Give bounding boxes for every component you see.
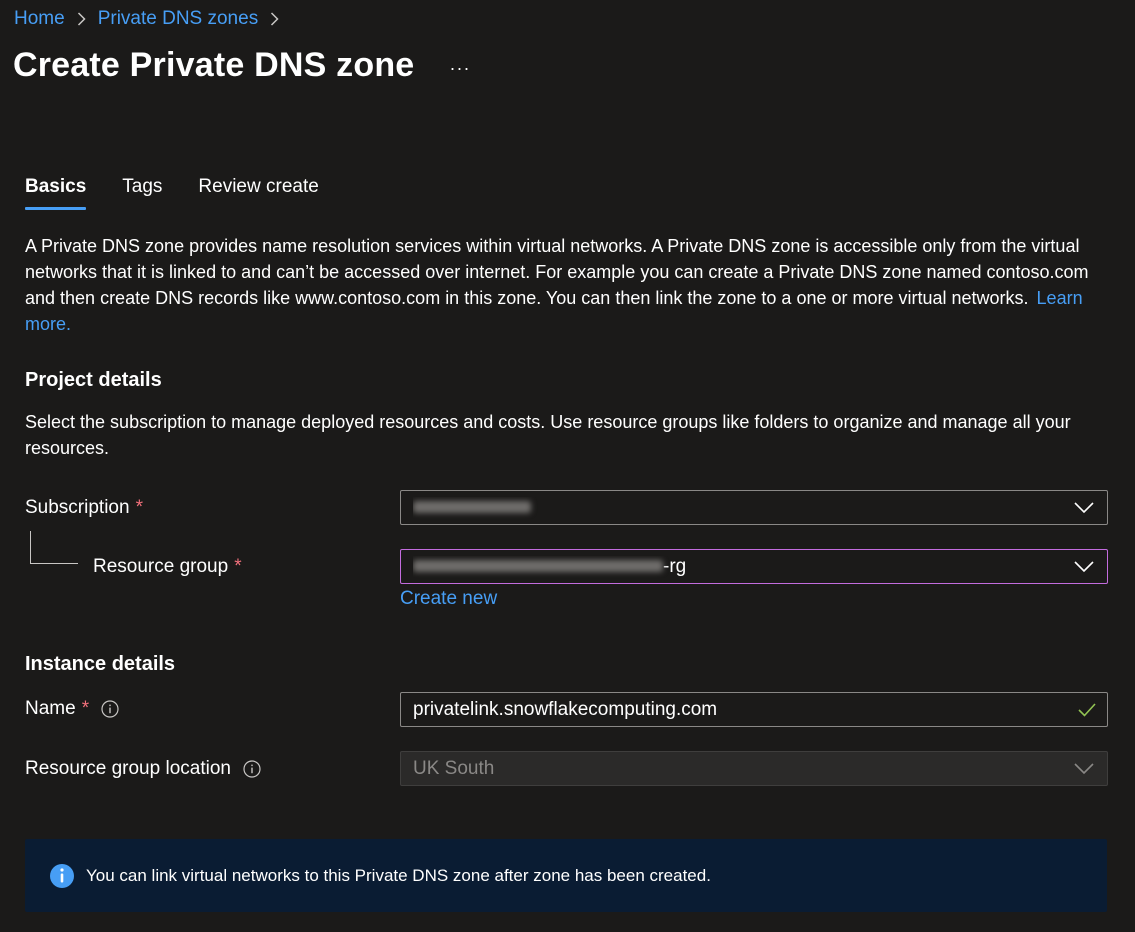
breadcrumb-home-link[interactable]: Home — [14, 8, 65, 30]
redacted-text — [413, 560, 663, 573]
required-marker: * — [135, 497, 143, 518]
required-marker: * — [81, 698, 90, 719]
redacted-text — [413, 501, 531, 514]
resource-group-value: -rg — [413, 556, 1107, 578]
zone-description-text: A Private DNS zone provides name resolut… — [25, 236, 1089, 308]
name-input[interactable]: privatelink.snowflakecomputing.com — [400, 692, 1108, 727]
name-label: Name * — [25, 698, 119, 720]
create-private-dns-zone-page: Home Private DNS zones Create Private DN… — [0, 0, 1135, 932]
subscription-label: Subscription * — [25, 497, 143, 519]
breadcrumb: Home Private DNS zones — [14, 8, 291, 30]
tab-review-create[interactable]: Review create — [198, 176, 318, 206]
name-input-value: privatelink.snowflakecomputing.com — [413, 698, 718, 720]
chevron-down-icon — [1074, 561, 1094, 573]
chevron-right-icon — [77, 12, 86, 26]
breadcrumb-private-dns-zones-link[interactable]: Private DNS zones — [98, 8, 259, 30]
chevron-down-icon — [1074, 502, 1094, 514]
checkmark-icon — [1078, 703, 1096, 717]
info-banner: You can link virtual networks to this Pr… — [25, 839, 1107, 912]
tab-basics[interactable]: Basics — [25, 176, 87, 210]
chevron-down-icon — [1074, 763, 1094, 775]
resource-group-location-label-text: Resource group location — [25, 758, 231, 779]
hierarchy-connector — [30, 531, 78, 564]
page-title: Create Private DNS zone — [13, 46, 415, 84]
info-banner-text: You can link virtual networks to this Pr… — [86, 865, 711, 885]
resource-group-label: Resource group * — [93, 556, 242, 578]
resource-group-dropdown[interactable]: -rg — [400, 549, 1108, 584]
info-icon[interactable] — [101, 700, 119, 718]
required-marker: * — [234, 556, 242, 577]
subscription-value-redacted — [413, 497, 1107, 519]
info-icon[interactable] — [243, 760, 261, 778]
tab-tags[interactable]: Tags — [122, 176, 162, 206]
info-circle-icon — [50, 863, 74, 888]
resource-group-label-text: Resource group — [93, 556, 229, 577]
resource-group-location-value: UK South — [413, 757, 495, 779]
zone-description: A Private DNS zone provides name resolut… — [25, 233, 1115, 337]
instance-details-heading: Instance details — [25, 653, 176, 675]
project-details-heading: Project details — [25, 369, 162, 391]
chevron-right-icon — [270, 12, 279, 26]
create-new-resource-group-link[interactable]: Create new — [400, 588, 497, 610]
resource-group-location-label: Resource group location — [25, 758, 261, 780]
name-label-text: Name — [25, 698, 76, 719]
more-options-button[interactable]: ··· — [448, 56, 472, 80]
tab-bar: Basics Tags Review create — [25, 176, 355, 210]
subscription-label-text: Subscription — [25, 497, 130, 518]
resource-group-location-dropdown: UK South — [400, 751, 1108, 786]
project-details-description: Select the subscription to manage deploy… — [25, 412, 1071, 458]
subscription-dropdown[interactable] — [400, 490, 1108, 525]
resource-group-suffix: -rg — [663, 555, 687, 577]
